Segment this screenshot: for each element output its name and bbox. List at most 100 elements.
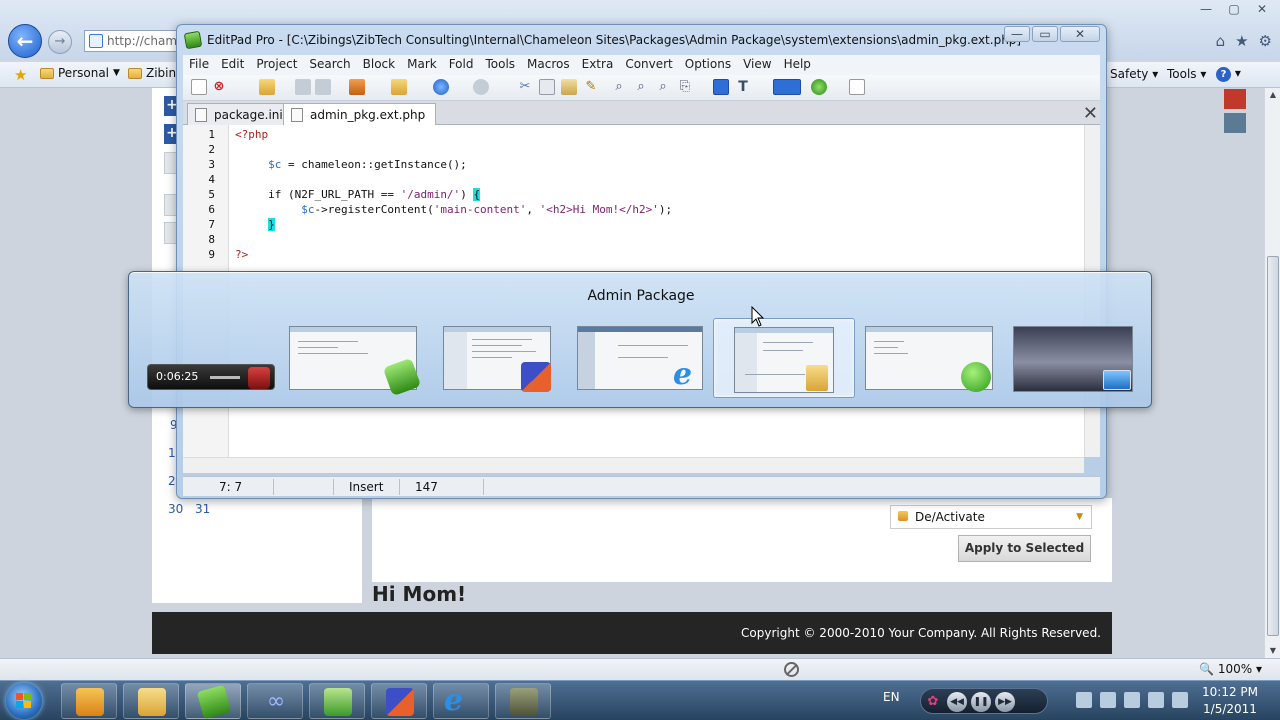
close-file-icon[interactable]: ⊗ [211,79,227,95]
calendar-day[interactable]: 30 [168,502,183,516]
apply-to-selected-button[interactable]: Apply to Selected [958,535,1091,562]
font-icon[interactable]: T [735,79,751,95]
menu-convert[interactable]: Convert [619,55,678,75]
display-icon[interactable] [1148,692,1164,708]
switcher-item-media-player[interactable]: 0:06:25 [147,364,275,390]
next-track-icon[interactable]: ▶▶ [995,692,1015,712]
network-icon[interactable] [1076,692,1092,708]
word-wrap-icon[interactable] [713,79,729,95]
insert-mode[interactable]: Insert [349,480,383,494]
menu-block[interactable]: Block [357,55,401,75]
gear-icon[interactable]: ⚙ [1259,32,1272,50]
scroll-up-icon[interactable]: ▲ [1265,88,1280,102]
volume-icon[interactable] [1172,692,1188,708]
action-center-icon[interactable] [1124,692,1140,708]
new-file-icon[interactable] [191,79,207,95]
scroll-down-icon[interactable]: ▼ [1265,644,1280,658]
previous-track-icon[interactable]: ◀◀ [947,692,967,712]
calendar-day[interactable]: 31 [195,502,210,516]
bulk-action-select[interactable]: De/Activate ▼ [890,505,1092,529]
editpad-restore-button[interactable]: ▭ [1032,26,1058,42]
calendar-day[interactable]: 2 [168,474,176,488]
switcher-item-editpad-pro[interactable] [287,324,422,397]
taskbar-explorer[interactable] [123,683,179,719]
menu-edit[interactable]: Edit [215,55,250,75]
favorites-star-icon[interactable]: ★ [1235,32,1248,50]
color-swatch-red[interactable] [1224,89,1246,109]
line-numbers-icon[interactable] [773,79,801,95]
run-icon[interactable] [811,79,827,95]
open-icon[interactable] [259,79,275,95]
taskbar-clock[interactable]: 10:12 PM 1/5/2011 [1190,684,1270,718]
document-icon[interactable] [849,79,865,95]
switcher-item-editor-app[interactable] [441,324,553,392]
taskbar-outlook[interactable] [61,683,117,719]
menu-tools[interactable]: Tools [479,55,521,75]
menu-fold[interactable]: Fold [443,55,480,75]
save-icon[interactable] [295,79,311,95]
home-icon[interactable]: ⌂ [1216,32,1226,50]
find-previous-icon[interactable]: ⌕ [655,79,671,95]
menu-extra[interactable]: Extra [576,55,620,75]
menu-file[interactable]: File [183,55,215,75]
redo-icon[interactable] [473,79,489,95]
menu-search[interactable]: Search [303,55,356,75]
tab-package-ini[interactable]: package.ini [187,103,294,125]
taskbar-green-app[interactable] [309,683,365,719]
favorites-folder-zibin[interactable]: Zibin [128,66,176,80]
cut-icon[interactable]: ✂ [517,79,533,95]
menu-macros[interactable]: Macros [521,55,576,75]
switcher-item-windows-explorer[interactable] [713,318,855,398]
forward-button[interactable]: → [48,30,72,54]
editpad-titlebar[interactable]: EditPad Pro - [C:\Zibings\ZibTech Consul… [183,30,1021,50]
tab-admin-pkg-ext-php[interactable]: admin_pkg.ext.php [283,103,437,126]
word-icon[interactable] [1100,692,1116,708]
replace-icon[interactable]: ⎘ [677,79,693,95]
taskbar-editor-app[interactable] [371,683,427,719]
browser-minimize-button[interactable]: — [1192,0,1220,18]
switcher-item-internet-explorer[interactable]: e [575,324,705,392]
menu-options[interactable]: Options [679,55,737,75]
calendar-day[interactable]: 1 [168,446,176,460]
browser-close-button[interactable]: ✕ [1248,0,1276,18]
favorites-folder-personal[interactable]: Personal ▼ [40,66,120,80]
browser-maximize-button[interactable]: ▢ [1220,0,1248,18]
project-icon[interactable] [349,79,365,95]
open-folder-icon[interactable] [391,79,407,95]
search-icon[interactable]: ⌕ [611,79,627,95]
help-menu[interactable]: ? ▾ [1216,66,1241,82]
tools-menu[interactable]: Tools ▾ [1167,67,1206,81]
brush-icon[interactable]: ✎ [583,79,599,95]
address-bar[interactable]: http://chame [84,30,180,52]
editpad-close-button[interactable]: ✕ [1060,26,1100,42]
save-all-icon[interactable] [315,79,331,95]
menu-view[interactable]: View [737,55,777,75]
zoom-control[interactable]: 🔍 100% ▾ [1199,662,1262,676]
language-indicator[interactable]: EN [883,690,900,720]
switcher-item-green-app[interactable] [863,324,995,392]
add-favorites-icon[interactable]: ★ [14,66,27,84]
back-button[interactable]: ← [8,24,42,58]
taskbar-media-app[interactable] [495,683,551,719]
scrollbar-thumb[interactable] [1267,256,1279,636]
browser-scrollbar[interactable]: ▲ ▼ [1264,88,1280,658]
safety-menu[interactable]: Safety ▾ [1110,67,1158,81]
paste-icon[interactable] [561,79,577,95]
close-tab-icon[interactable]: ✕ [1083,103,1098,124]
blocked-icon[interactable] [784,662,799,677]
taskbar-internet-explorer[interactable]: e [433,683,489,719]
taskbar-infinity-app[interactable]: ∞ [247,683,303,719]
editpad-minimize-button[interactable]: — [1004,26,1030,42]
menu-project[interactable]: Project [250,55,303,75]
editor-horizontal-scrollbar[interactable] [183,457,1084,473]
color-swatch-slate[interactable] [1224,113,1246,133]
switcher-item-desktop[interactable] [1011,324,1135,392]
menu-help[interactable]: Help [778,55,817,75]
undo-icon[interactable] [433,79,449,95]
find-next-icon[interactable]: ⌕ [633,79,649,95]
copy-icon[interactable] [539,79,555,95]
pause-icon[interactable]: ❚❚ [971,692,991,712]
taskbar-editpad[interactable] [185,683,241,720]
start-button[interactable] [6,683,42,719]
menu-mark[interactable]: Mark [401,55,443,75]
